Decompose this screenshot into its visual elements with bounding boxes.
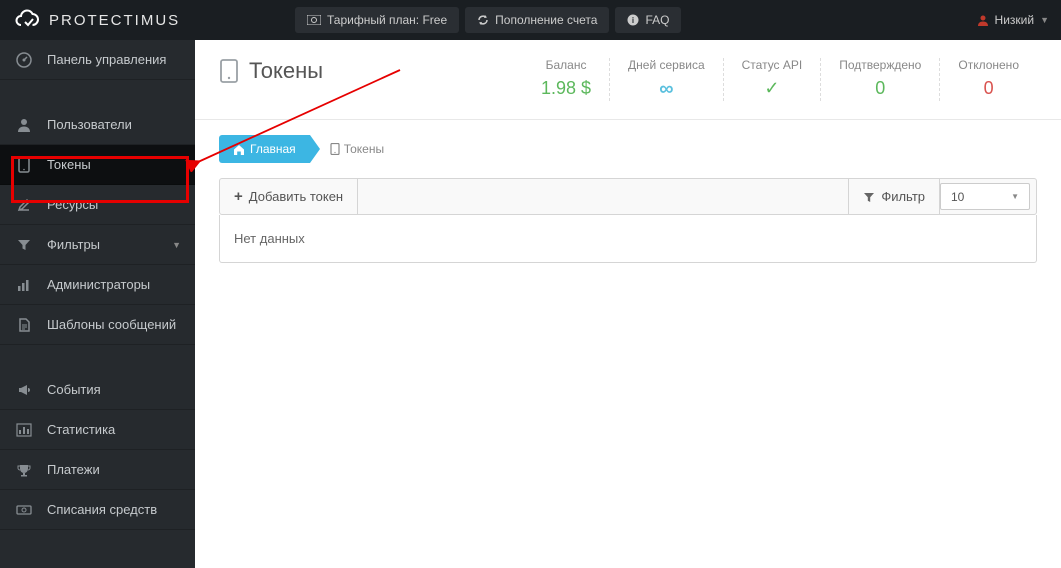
sidebar-admins[interactable]: Администраторы: [0, 265, 195, 305]
sidebar-templates[interactable]: Шаблоны сообщений: [0, 305, 195, 345]
sidebar-resources[interactable]: Ресурсы: [0, 185, 195, 225]
sidebar-events[interactable]: События: [0, 370, 195, 410]
faq-button[interactable]: i FAQ: [615, 7, 681, 33]
empty-state: Нет данных: [219, 215, 1037, 263]
chart-icon: [15, 421, 33, 439]
topup-button[interactable]: Пополнение счета: [465, 7, 609, 33]
filter-icon: [15, 236, 33, 254]
tariff-button[interactable]: Тарифный план: Free: [295, 7, 459, 33]
page-title: Токены: [219, 58, 323, 84]
breadcrumb-home[interactable]: Главная: [219, 135, 310, 163]
stat-api: Статус API ✓: [723, 58, 821, 101]
caret-down-icon: ▼: [172, 240, 181, 250]
logo-text: PROTECTIMUS: [49, 12, 180, 29]
logo-icon: [15, 9, 43, 31]
caret-down-icon: ▼: [1040, 15, 1049, 25]
sidebar-payments[interactable]: Платежи: [0, 450, 195, 490]
trophy-icon: [15, 461, 33, 479]
breadcrumb: Главная Токены: [195, 120, 1061, 178]
caret-down-icon: ▼: [1011, 192, 1019, 201]
refresh-icon: [477, 14, 489, 26]
stat-confirmed: Подтверждено 0: [820, 58, 939, 101]
plus-icon: +: [234, 188, 243, 205]
user-icon: [977, 14, 989, 26]
stat-balance: Баланс 1.98 $: [523, 58, 609, 101]
tablet-icon: [330, 143, 340, 155]
sidebar-users[interactable]: Пользователи: [0, 105, 195, 145]
user-menu[interactable]: Низкий ▼: [965, 7, 1061, 33]
file-icon: [15, 316, 33, 334]
svg-text:i: i: [632, 16, 634, 25]
stat-days: Дней сервиса ∞: [609, 58, 723, 101]
edit-icon: [15, 196, 33, 214]
sidebar-stats[interactable]: Статистика: [0, 410, 195, 450]
money-icon: [307, 15, 321, 25]
tablet-icon: [219, 59, 239, 83]
stat-rejected: Отклонено 0: [939, 58, 1037, 101]
add-token-button[interactable]: + Добавить токен: [220, 179, 357, 214]
logo[interactable]: PROTECTIMUS: [0, 0, 195, 40]
megaphone-icon: [15, 381, 33, 399]
cash-icon: [15, 501, 33, 519]
sidebar-dashboard[interactable]: Панель управления: [0, 40, 195, 80]
info-icon: i: [627, 14, 639, 26]
infinity-icon: ∞: [628, 78, 705, 101]
tablet-icon: [15, 156, 33, 174]
dashboard-icon: [15, 51, 33, 69]
bars-icon: [15, 276, 33, 294]
sidebar-debits[interactable]: Списания средств: [0, 490, 195, 530]
page-size-select[interactable]: 10 ▼: [940, 183, 1030, 210]
users-icon: [15, 116, 33, 134]
sidebar-tokens[interactable]: Токены: [0, 145, 195, 185]
filter-icon: [863, 191, 875, 203]
sidebar: Панель управления Пользователи Токены Ре…: [0, 40, 195, 568]
check-icon: ✓: [742, 78, 803, 99]
home-icon: [233, 144, 245, 155]
sidebar-filters[interactable]: Фильтры ▼: [0, 225, 195, 265]
filter-button[interactable]: Фильтр: [849, 179, 939, 214]
breadcrumb-current: Токены: [310, 142, 384, 156]
